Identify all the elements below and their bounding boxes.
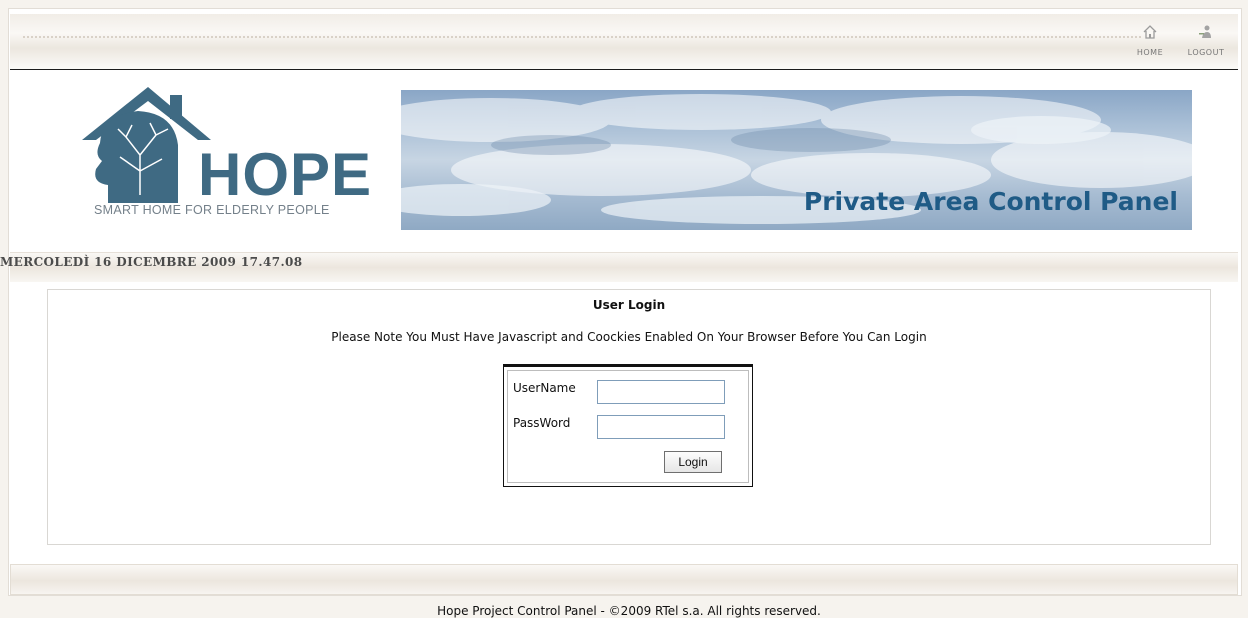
- logout-user-icon: [1199, 25, 1211, 38]
- password-label: PassWord: [513, 416, 571, 430]
- login-title: User Login: [592, 298, 666, 312]
- current-datetime: MERCOLEDÌ 16 DICEMBRE 2009 17.47.08: [0, 255, 303, 269]
- footer-copyright: Hope Project Control Panel - ©2009 RTel …: [437, 604, 821, 618]
- brand-tagline: SMART HOME FOR ELDERLY PEOPLE: [94, 203, 330, 217]
- home-icon: [1143, 25, 1157, 39]
- logout-link[interactable]: LOGOUT: [1184, 24, 1228, 57]
- home-link[interactable]: HOME: [1128, 24, 1172, 57]
- banner-title: Private Area Control Panel: [803, 187, 1178, 216]
- login-button[interactable]: Login: [664, 451, 722, 473]
- house-head-icon: [82, 87, 211, 203]
- password-field[interactable]: [597, 415, 725, 439]
- username-label: UserName: [513, 381, 576, 395]
- logout-label: LOGOUT: [1187, 48, 1225, 57]
- header-banner: Private Area Control Panel: [401, 90, 1192, 230]
- hope-logo: HOPE SMART HOME FOR ELDERLY PEOPLE: [80, 85, 373, 225]
- dotted-divider: [22, 36, 1142, 38]
- brand-name: HOPE: [198, 141, 373, 208]
- login-note: Please Note You Must Have Javascript and…: [331, 330, 927, 344]
- home-label: HOME: [1136, 48, 1164, 57]
- top-bar: HOME LOGOUT: [10, 14, 1238, 70]
- username-field[interactable]: [597, 380, 725, 404]
- bottom-bar: [10, 564, 1238, 595]
